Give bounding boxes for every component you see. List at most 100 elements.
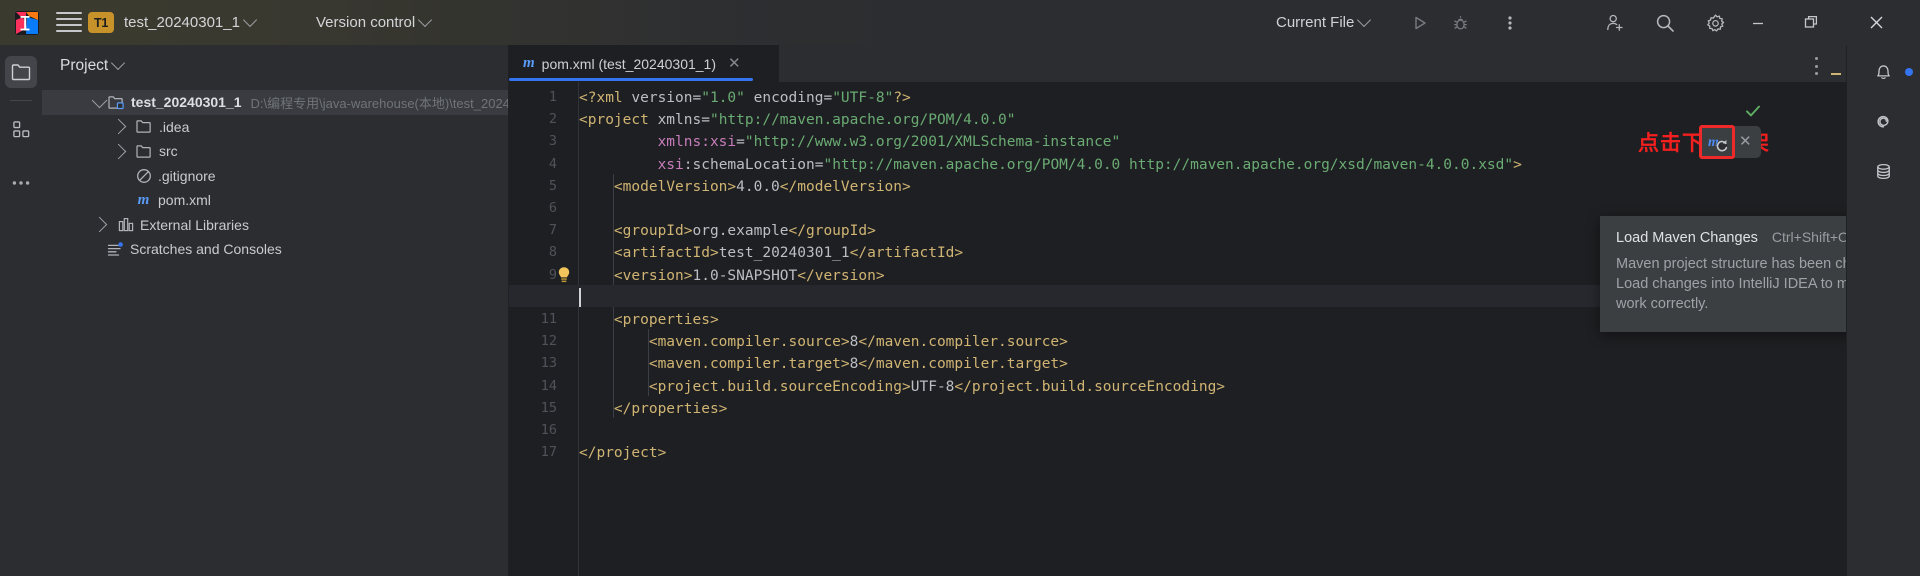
checkmark-icon <box>1746 105 1760 117</box>
add-user-button[interactable] <box>1601 9 1629 37</box>
gear-icon <box>1706 13 1724 32</box>
version-control-menu[interactable]: Version control <box>316 12 433 33</box>
tab-pom-xml[interactable]: m pom.xml (test_20240301_1) ✕ <box>509 45 779 82</box>
line-number[interactable]: 6 <box>549 200 557 216</box>
line-number[interactable]: 5 <box>549 178 557 194</box>
project-tool-window: Project test_20240301_1 D:\编程专用\java-war… <box>42 45 509 576</box>
tree-item-scratches-and-consoles[interactable]: Scratches and Consoles <box>42 237 508 262</box>
tree-item-idea[interactable]: .idea <box>42 115 508 140</box>
line-number[interactable]: 4 <box>549 156 557 172</box>
run-configuration-selector[interactable]: Current File <box>1276 12 1372 33</box>
code-line: <maven.compiler.target>8</maven.compiler… <box>579 353 1068 375</box>
code-line: xsi:schemaLocation="http://maven.apache.… <box>579 154 1522 176</box>
chevron-down-icon <box>111 55 126 71</box>
tree-item-gitignore[interactable]: .gitignore <box>42 164 508 189</box>
intention-bulb-icon[interactable] <box>557 266 571 284</box>
project-badge[interactable]: T1 <box>88 12 114 33</box>
run-button[interactable] <box>1406 9 1434 37</box>
code-token: </modelVersion> <box>779 178 911 195</box>
more-actions-button[interactable] <box>1496 9 1524 37</box>
code-token: </properties> <box>613 400 728 417</box>
annotation-highlight-box <box>1699 125 1735 159</box>
minimize-button[interactable] <box>1735 0 1781 45</box>
code-token: xsi <box>657 156 684 173</box>
line-number[interactable]: 17 <box>541 444 557 460</box>
code-token: = <box>736 134 745 151</box>
line-number[interactable]: 12 <box>541 333 557 349</box>
left-tool-window-bar <box>0 45 43 576</box>
close-button[interactable] <box>1853 0 1899 45</box>
maximize-button[interactable] <box>1788 0 1834 45</box>
chevron-right-icon[interactable] <box>91 216 108 233</box>
code-token: UTF-8 <box>910 378 955 395</box>
tree-item-project-root[interactable]: test_20240301_1 D:\编程专用\java-warehouse(本… <box>42 90 508 115</box>
main-menu-button[interactable] <box>56 12 82 32</box>
sidebar-item-ai-assistant[interactable] <box>1867 105 1899 137</box>
chevron-down-icon <box>1357 12 1372 28</box>
tree-item-pom-xml[interactable]: m pom.xml <box>42 188 508 213</box>
line-number[interactable]: 2 <box>549 111 557 127</box>
code-line: <?xml version="1.0" encoding="UTF-8"?> <box>579 87 911 109</box>
sidebar-item-database[interactable] <box>1867 155 1899 187</box>
sidebar-item-project[interactable] <box>5 56 37 88</box>
line-number[interactable]: 1 <box>549 89 557 105</box>
code-token: </artifactId> <box>849 245 964 262</box>
libraries-icon <box>116 217 135 233</box>
code-line: </project> <box>579 442 666 464</box>
project-panel-header[interactable]: Project <box>60 55 126 77</box>
grid-squares-icon <box>12 120 29 137</box>
code-token: > <box>1513 156 1522 173</box>
debug-button[interactable] <box>1446 9 1474 37</box>
code-token: <project.build.sourceEncoding> <box>648 378 911 395</box>
search-button[interactable] <box>1651 9 1679 37</box>
code-token: <version> <box>613 267 693 284</box>
sidebar-item-structure[interactable] <box>5 113 37 145</box>
sidebar-item-more[interactable] <box>5 167 37 199</box>
close-icon <box>1870 16 1882 29</box>
code-token: <groupId> <box>613 223 693 240</box>
tooltip-title: Load Maven Changes <box>1616 230 1758 246</box>
line-number[interactable]: 9 <box>549 267 557 283</box>
project-tree: test_20240301_1 D:\编程专用\java-warehouse(本… <box>42 90 508 262</box>
code-line: <properties> <box>579 309 719 331</box>
settings-button[interactable] <box>1701 9 1729 37</box>
close-icon[interactable]: ✕ <box>1739 134 1752 149</box>
code-line: <project.build.sourceEncoding>UTF-8</pro… <box>579 376 1225 398</box>
code-token: "UTF-8" <box>832 90 894 106</box>
code-line: <project xmlns="http://maven.apache.org/… <box>579 109 1016 131</box>
project-name-label[interactable]: test_20240301_1 <box>124 12 258 33</box>
sidebar-item-notifications[interactable] <box>1867 55 1913 87</box>
line-number[interactable]: 7 <box>549 222 557 238</box>
code-token: "http://maven.apache.org/POM/4.0.0 http:… <box>823 156 1514 173</box>
inspection-status-icon[interactable] <box>1745 103 1761 119</box>
line-number[interactable]: 14 <box>541 378 557 394</box>
folder-icon <box>11 64 31 81</box>
editor-options-button[interactable] <box>1807 54 1825 78</box>
spiral-icon <box>1876 115 1889 128</box>
folder-icon <box>135 119 154 135</box>
code-token: </version> <box>797 267 885 284</box>
line-number[interactable]: 15 <box>541 400 557 416</box>
chevron-right-icon[interactable] <box>110 118 127 135</box>
line-number[interactable]: 8 <box>549 244 557 260</box>
tree-item-external-libraries[interactable]: External Libraries <box>42 213 508 238</box>
chevron-down-icon[interactable] <box>91 92 108 109</box>
code-token: <properties> <box>613 312 719 328</box>
close-icon[interactable]: ✕ <box>728 56 741 71</box>
code-token: <?xml <box>579 90 632 106</box>
line-number[interactable]: 16 <box>541 422 557 438</box>
divider <box>10 100 32 101</box>
line-number[interactable]: 13 <box>541 355 557 371</box>
code-token: "1.0" <box>701 90 745 106</box>
line-number[interactable]: 3 <box>549 133 557 149</box>
code-line: xmlns:xsi="http://www.w3.org/2001/XMLSch… <box>579 131 1121 153</box>
code-line: </properties> <box>579 398 728 420</box>
line-number[interactable]: 11 <box>541 311 557 327</box>
tree-item-src[interactable]: src <box>42 139 508 164</box>
chevron-down-icon <box>242 12 258 28</box>
chevron-right-icon[interactable] <box>110 143 127 160</box>
